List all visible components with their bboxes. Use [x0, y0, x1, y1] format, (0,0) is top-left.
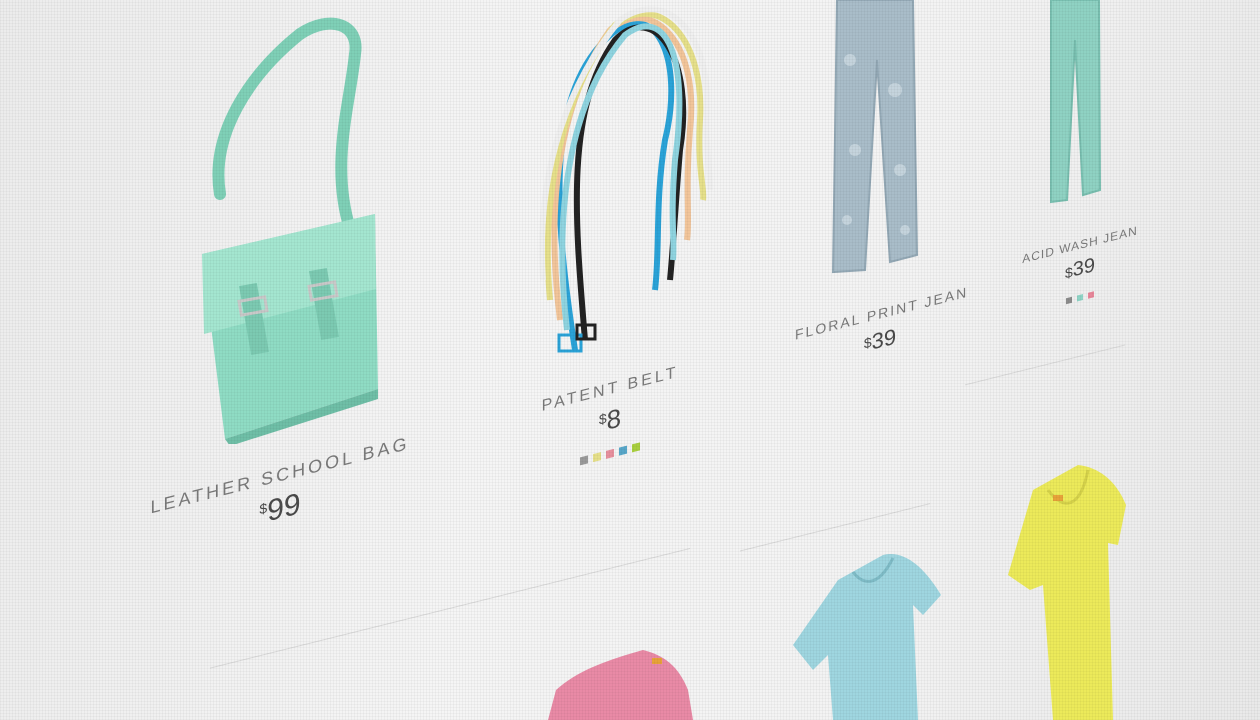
pink-top-image[interactable] [548, 650, 693, 720]
product-tile-acid-wash-jean[interactable]: ACID WASH JEAN $39 [1015, 222, 1145, 317]
color-swatch[interactable] [593, 452, 601, 463]
color-swatch[interactable] [580, 455, 588, 466]
currency-symbol: $ [863, 333, 872, 352]
product-grid-screen: LEATHER SCHOOL BAG $99 PATENT BELT $8 FL… [0, 0, 1260, 720]
product-tile-leather-school-bag[interactable]: LEATHER SCHOOL BAG $99 [150, 433, 410, 559]
row-divider [965, 344, 1125, 386]
yellow-tee-image[interactable] [1008, 465, 1128, 720]
price-value: 39 [871, 323, 897, 355]
color-swatch[interactable] [632, 442, 640, 453]
currency-symbol: $ [1064, 263, 1073, 282]
light-blue-tee-image[interactable] [793, 550, 943, 720]
currency-symbol: $ [598, 409, 607, 428]
color-swatch[interactable] [606, 448, 614, 459]
price-value: 99 [267, 487, 301, 529]
color-swatch[interactable] [1077, 293, 1083, 302]
row-divider [740, 503, 930, 552]
price-value: 39 [1072, 253, 1096, 282]
currency-symbol: $ [259, 499, 268, 518]
price-value: 8 [606, 402, 622, 436]
color-swatch[interactable] [1066, 296, 1072, 305]
product-tile-floral-print-jean[interactable]: FLORAL PRINT JEAN $39 [795, 284, 968, 374]
color-swatch[interactable] [1088, 291, 1094, 299]
product-tile-patent-belt[interactable]: PATENT BELT $8 [520, 358, 700, 480]
color-swatch[interactable] [619, 445, 627, 456]
